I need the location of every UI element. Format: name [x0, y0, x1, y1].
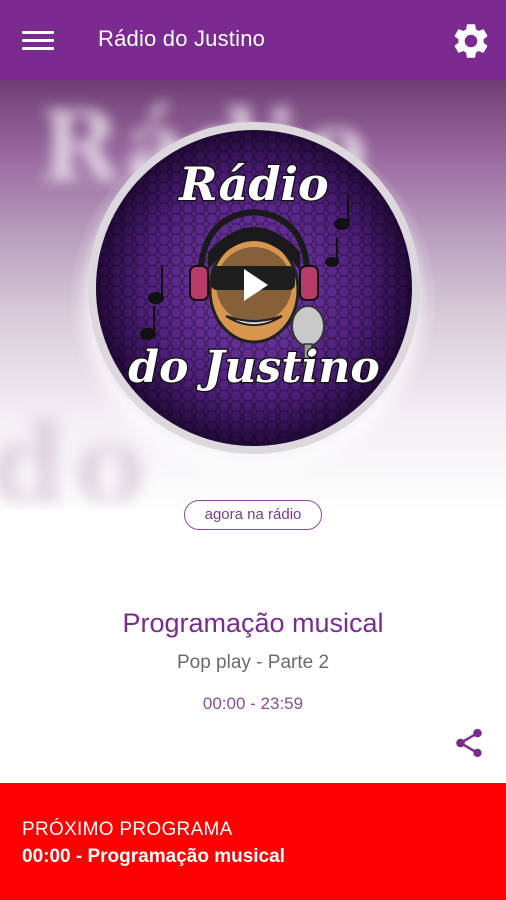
- now-playing-badge: agora na rádio: [184, 500, 322, 530]
- gear-icon[interactable]: [450, 20, 492, 62]
- share-icon[interactable]: [452, 726, 486, 760]
- play-icon: [244, 269, 268, 301]
- hamburger-menu-icon[interactable]: [22, 28, 56, 54]
- logo-text-bottom: do Justino: [128, 342, 379, 393]
- play-button[interactable]: [216, 247, 292, 323]
- program-subtitle: Pop play - Parte 2: [176, 652, 330, 673]
- program-title: Programação musical: [122, 608, 384, 638]
- next-program-value: 00:00 - Programação musical: [22, 846, 285, 867]
- next-program-bar[interactable]: PRÓXIMO PROGRAMA 00:00 - Programação mus…: [0, 783, 506, 900]
- logo-text-top: Rádio: [177, 157, 328, 211]
- app-title: Rádio do Justino: [98, 26, 266, 51]
- app-bar: Rádio do Justino: [0, 0, 506, 80]
- program-time: 00:00 - 23:59: [202, 694, 304, 713]
- next-program-label: PRÓXIMO PROGRAMA: [22, 819, 233, 840]
